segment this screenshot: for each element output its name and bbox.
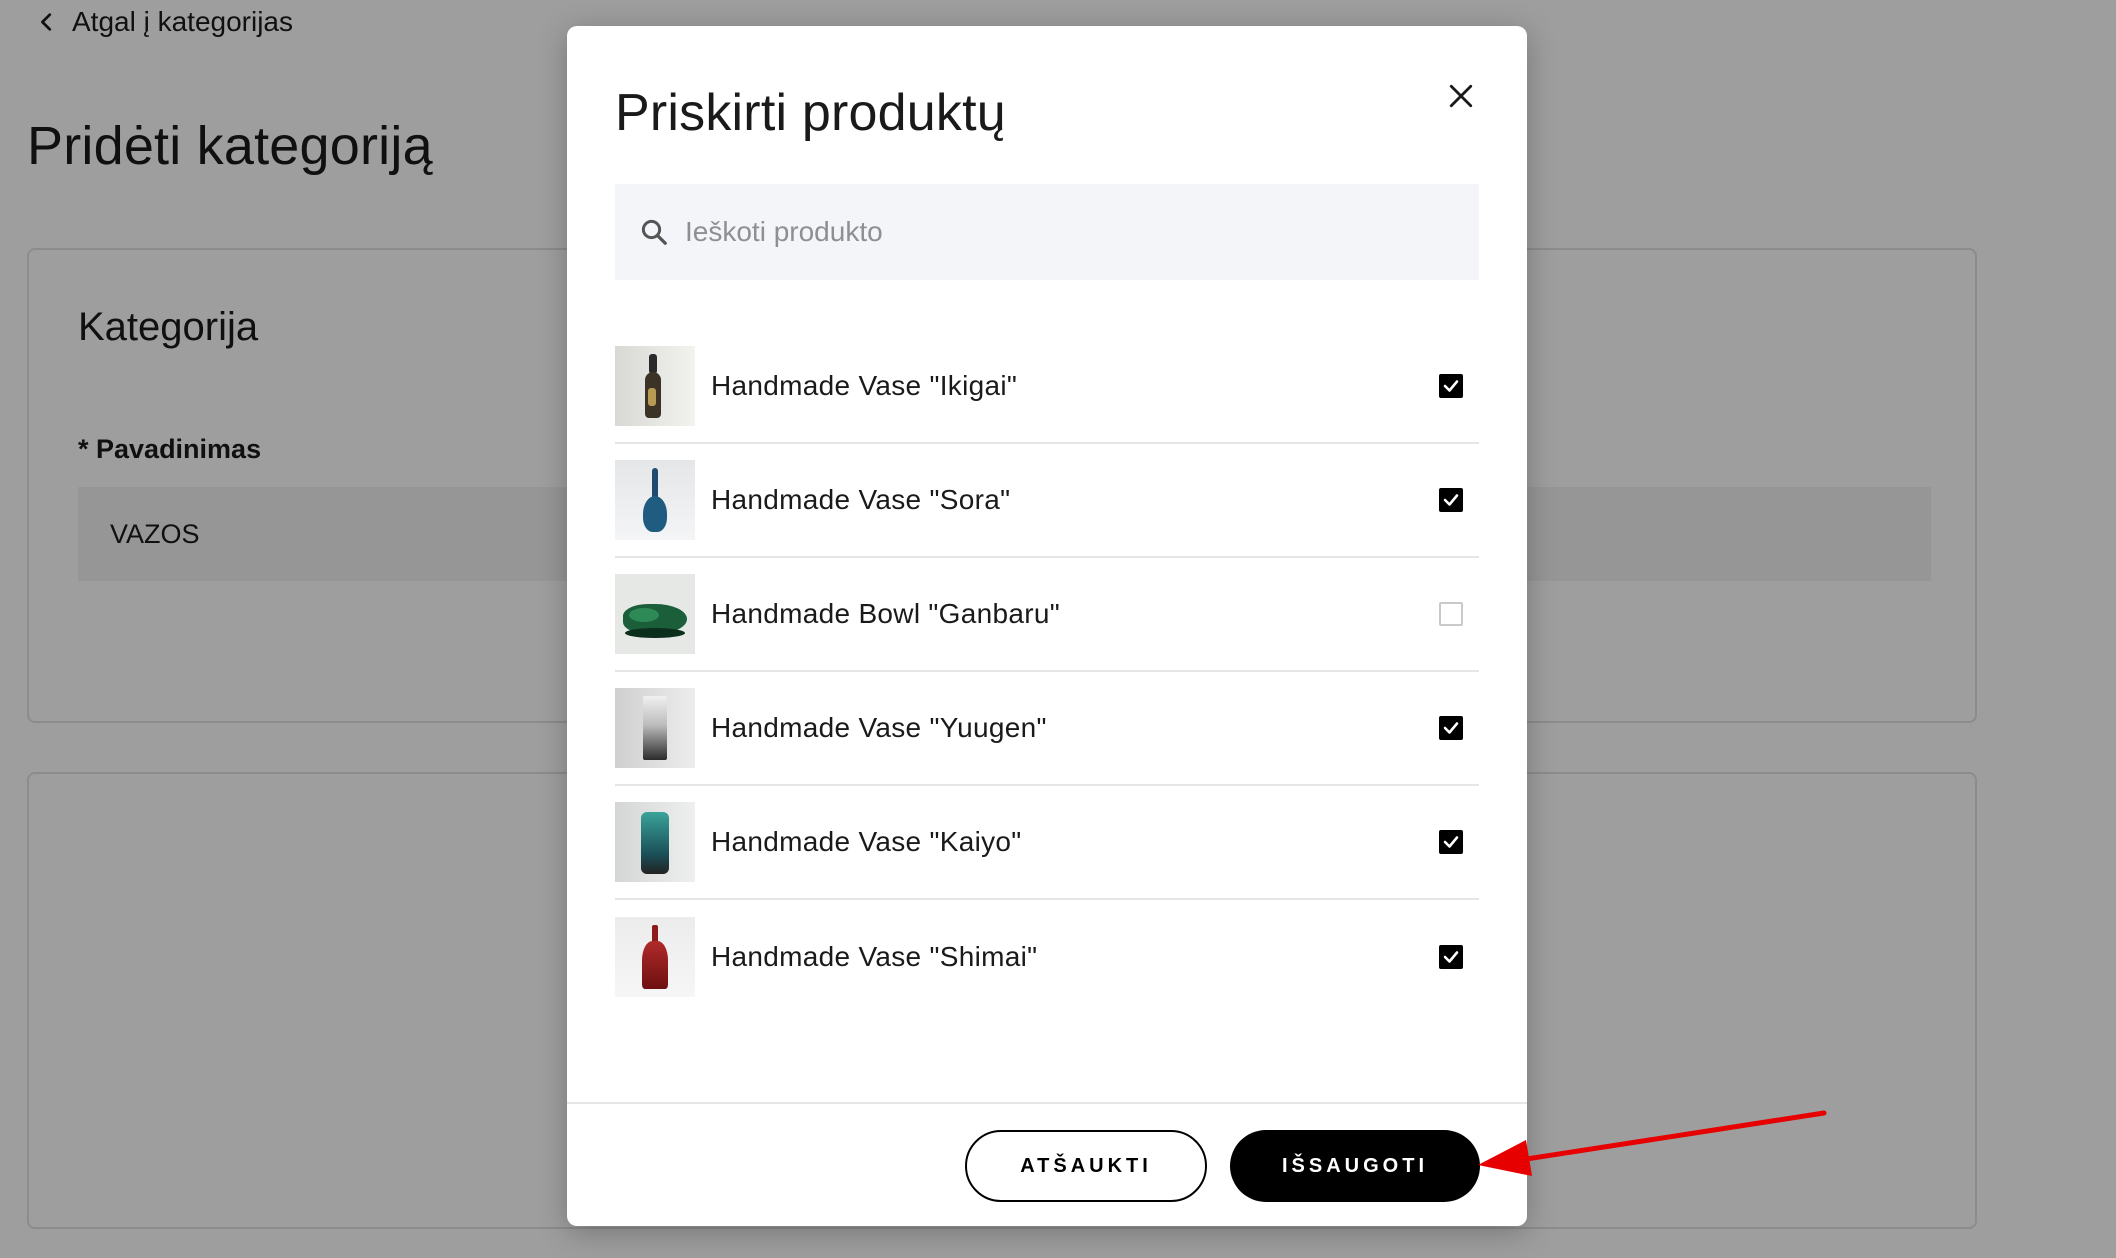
product-thumbnail: [615, 574, 695, 654]
search-box[interactable]: [615, 184, 1479, 280]
checkmark-icon: [1443, 836, 1459, 848]
checkmark-icon: [1443, 722, 1459, 734]
product-name: Handmade Bowl "Ganbaru": [711, 598, 1060, 629]
modal-title: Priskirti produktų: [615, 84, 1006, 142]
product-thumbnail: [615, 802, 695, 882]
product-thumbnail: [615, 688, 695, 768]
product-checkbox[interactable]: [1439, 488, 1463, 512]
product-checkbox[interactable]: [1439, 830, 1463, 854]
product-checkbox[interactable]: [1439, 374, 1463, 398]
product-row[interactable]: Handmade Vase "Sora": [615, 444, 1479, 558]
product-name: Handmade Vase "Shimai": [711, 941, 1038, 972]
product-thumbnail: [615, 917, 695, 997]
product-row[interactable]: Handmade Vase "Shimai": [615, 900, 1479, 1014]
product-checkbox[interactable]: [1439, 716, 1463, 740]
product-thumbnail: [615, 460, 695, 540]
save-button[interactable]: IŠSAUGOTI: [1230, 1130, 1480, 1202]
checkmark-icon: [1443, 951, 1459, 963]
product-checkbox[interactable]: [1439, 945, 1463, 969]
close-icon: [1449, 84, 1473, 108]
search-input[interactable]: [685, 216, 1445, 248]
product-name: Handmade Vase "Ikigai": [711, 370, 1018, 401]
product-row[interactable]: Handmade Vase "Yuugen": [615, 672, 1479, 786]
cancel-button[interactable]: ATŠAUKTI: [965, 1130, 1207, 1202]
footer-divider: [567, 1102, 1527, 1104]
product-name: Handmade Vase "Yuugen": [711, 712, 1047, 743]
assign-products-modal: Priskirti produktų Handmade Vase "Ikigai…: [567, 26, 1527, 1226]
product-row[interactable]: Handmade Vase "Kaiyo": [615, 786, 1479, 900]
product-row[interactable]: Handmade Vase "Ikigai": [615, 330, 1479, 444]
checkmark-icon: [1443, 380, 1459, 392]
product-name: Handmade Vase "Kaiyo": [711, 826, 1022, 857]
product-thumbnail: [615, 346, 695, 426]
product-name: Handmade Vase "Sora": [711, 484, 1011, 515]
close-button[interactable]: [1439, 74, 1483, 118]
product-checkbox[interactable]: [1439, 602, 1463, 626]
search-icon: [641, 219, 667, 245]
annotation-arrow-icon: [1478, 1110, 1827, 1176]
product-row[interactable]: Handmade Bowl "Ganbaru": [615, 558, 1479, 672]
product-list: Handmade Vase "Ikigai" Handmade Vase "So…: [615, 330, 1479, 1014]
checkmark-icon: [1443, 494, 1459, 506]
